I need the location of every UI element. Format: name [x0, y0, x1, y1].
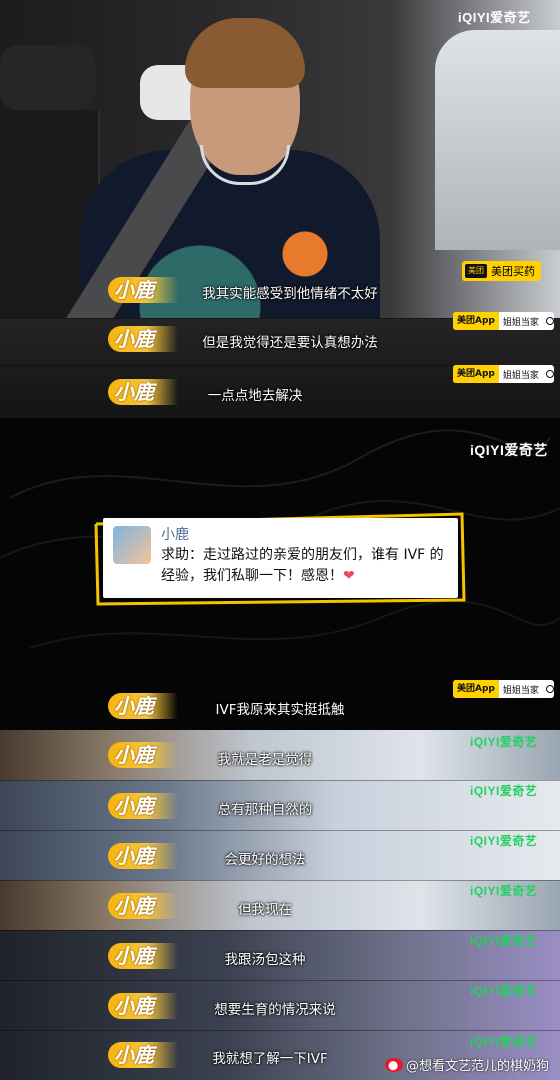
search-icon	[545, 370, 554, 378]
meituan-banner-text: 美团买药	[491, 265, 535, 278]
watermark-text: @想看文艺范儿的棋奶狗	[406, 1059, 550, 1074]
subtitle-line: 我就是老是觉得	[217, 752, 313, 768]
car-window	[435, 30, 560, 250]
subtitle-line: 但是我觉得还是要认真想办法	[202, 335, 378, 351]
frame-divider	[0, 880, 560, 881]
subtitle-logo: 小鹿	[108, 742, 178, 768]
subtitle-logo: 小鹿	[108, 793, 178, 819]
meituan-tag: 美团App	[453, 312, 499, 330]
meituan-search-text: 姐姐当家	[502, 317, 539, 328]
weibo-icon	[385, 1057, 403, 1072]
frame-divider	[0, 1030, 560, 1031]
subtitle-line: 一点点地去解决	[207, 388, 303, 404]
meituan-search-tag[interactable]: 美团App 姐姐当家	[453, 680, 554, 698]
search-icon	[545, 685, 554, 693]
post-text: 求助：走过路过的亲爱的朋友们，谁有 IVF 的经验，我们私聊一下！感恩！❤	[161, 545, 449, 587]
meituan-tag: 美团App	[453, 365, 499, 383]
frame-divider	[0, 930, 560, 931]
subtitle-line: 但我现在	[238, 902, 292, 918]
subtitle-line: 我其实能感受到他情绪不太好	[202, 286, 378, 302]
subtitle-logo: 小鹿	[108, 326, 178, 352]
subtitle-logo: 小鹿	[108, 379, 178, 405]
frame-divider	[0, 780, 560, 781]
iqiyi-logo: iQIYI爱奇艺	[470, 884, 538, 898]
subtitle-logo: 小鹿	[108, 943, 178, 969]
subtitle-line: 总有那种自然的	[217, 802, 313, 818]
iqiyi-logo: iQIYI爱奇艺	[470, 442, 548, 458]
iqiyi-logo: iQIYI爱奇艺	[470, 735, 538, 749]
subtitle-logo: 小鹿	[108, 1042, 178, 1068]
iqiyi-logo: iQIYI爱奇艺	[470, 1035, 538, 1049]
heart-icon: ❤	[343, 568, 355, 584]
subtitle-logo: 小鹿	[108, 277, 178, 303]
subtitle-logo: 小鹿	[108, 843, 178, 869]
meituan-search-tag[interactable]: 美团App 姐姐当家	[453, 365, 554, 383]
subtitle-logo: 小鹿	[108, 993, 178, 1019]
meituan-badge: 美团	[465, 264, 487, 278]
search-icon	[545, 317, 554, 325]
post-author: 小鹿	[161, 527, 189, 543]
subtitle-line: 会更好的想法	[224, 852, 306, 868]
car-headrest	[0, 45, 95, 110]
weibo-watermark: @想看文艺范儿的棋奶狗	[385, 1055, 549, 1074]
frame-divider	[0, 830, 560, 831]
post-body: 求助：走过路过的亲爱的朋友们，谁有 IVF 的经验，我们私聊一下！感恩！	[161, 547, 444, 584]
iqiyi-logo: iQIYI爱奇艺	[458, 10, 531, 25]
frame-divider	[0, 980, 560, 981]
wechat-moment-card: 小鹿 求助：走过路过的亲爱的朋友们，谁有 IVF 的经验，我们私聊一下！感恩！❤	[103, 518, 458, 598]
subtitle-logo: 小鹿	[108, 693, 178, 719]
subtitle-line: 我跟汤包这种	[224, 952, 306, 968]
iqiyi-logo: iQIYI爱奇艺	[470, 834, 538, 848]
subtitle-logo: 小鹿	[108, 893, 178, 919]
meituan-search-text: 姐姐当家	[502, 370, 539, 381]
iqiyi-logo: iQIYI爱奇艺	[470, 784, 538, 798]
person-hair	[185, 18, 305, 88]
iqiyi-logo: iQIYI爱奇艺	[470, 984, 538, 998]
iqiyi-logo: iQIYI爱奇艺	[470, 934, 538, 948]
subtitle-line: 我就想了解一下IVF	[212, 1051, 328, 1067]
subtitle-line: 想要生育的情况来说	[214, 1002, 336, 1018]
meituan-search-tag[interactable]: 美团App 姐姐当家	[453, 312, 554, 330]
avatar	[113, 526, 151, 564]
meituan-banner[interactable]: 美团 美团买药	[462, 261, 541, 281]
meituan-tag: 美团App	[453, 680, 499, 698]
subtitle-line: IVF我原来其实挺抵触	[215, 702, 345, 718]
meituan-search-text: 姐姐当家	[502, 685, 539, 696]
